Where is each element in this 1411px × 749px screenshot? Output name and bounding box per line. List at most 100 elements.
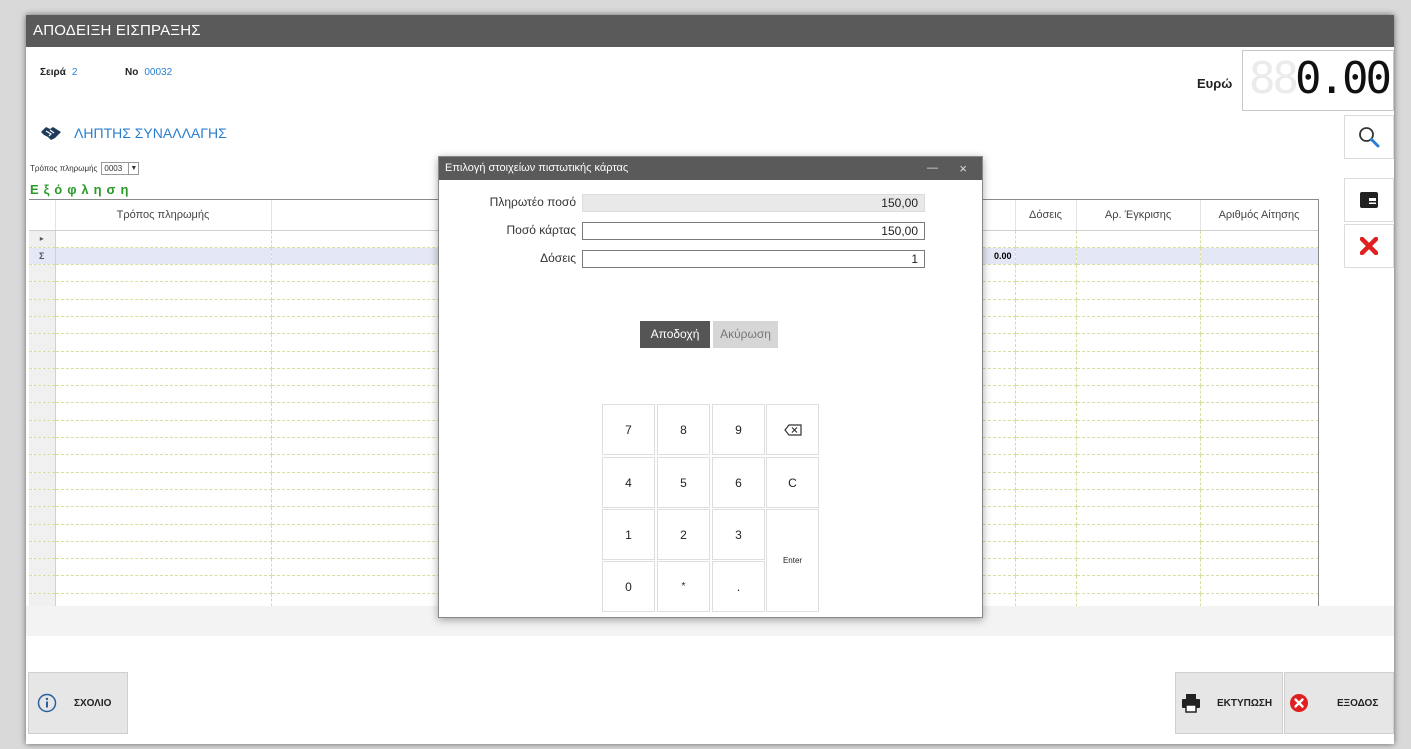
- table-cell[interactable]: [1015, 454, 1077, 473]
- table-cell[interactable]: [1200, 524, 1318, 542]
- table-cell[interactable]: [55, 575, 272, 594]
- delete-button[interactable]: [1344, 224, 1394, 268]
- table-cell[interactable]: [55, 264, 272, 283]
- table-cell[interactable]: [1076, 472, 1201, 490]
- table-cell[interactable]: [1200, 575, 1318, 594]
- table-cell[interactable]: [1076, 437, 1201, 456]
- table-cell[interactable]: [1015, 558, 1077, 577]
- table-cell[interactable]: [1200, 437, 1318, 456]
- payment-mode-select[interactable]: 0003 ▼: [101, 162, 140, 175]
- key-3[interactable]: 3: [712, 509, 765, 560]
- table-cell[interactable]: [1015, 575, 1077, 594]
- table-cell[interactable]: [1015, 299, 1077, 317]
- column-header-approval-no[interactable]: Αρ. Έγκρισης: [1076, 200, 1201, 231]
- table-cell[interactable]: [55, 230, 272, 248]
- recipient-section[interactable]: ΛΗΠΤΗΣ ΣΥΝΑΛΛΑΓΗΣ: [40, 125, 227, 141]
- table-cell[interactable]: [1015, 593, 1077, 606]
- table-cell[interactable]: [1076, 351, 1201, 369]
- table-cell[interactable]: [1015, 506, 1077, 525]
- chevron-down-icon[interactable]: ▼: [128, 163, 138, 174]
- key-7[interactable]: 7: [602, 404, 655, 455]
- table-cell[interactable]: [1200, 281, 1318, 300]
- installments-field[interactable]: 1: [582, 250, 925, 268]
- table-cell[interactable]: [1015, 316, 1077, 335]
- table-cell[interactable]: [1200, 299, 1318, 317]
- backspace-key[interactable]: [766, 404, 819, 455]
- table-cell[interactable]: [1015, 437, 1077, 456]
- column-header-installments[interactable]: Δόσεις: [1015, 200, 1077, 231]
- table-cell[interactable]: [55, 351, 272, 369]
- table-cell[interactable]: [55, 558, 272, 577]
- table-cell[interactable]: [1200, 472, 1318, 490]
- table-cell[interactable]: [55, 316, 272, 335]
- comment-button[interactable]: ΣΧΟΛΙΟ: [28, 672, 128, 734]
- table-cell[interactable]: [1015, 489, 1077, 508]
- table-cell[interactable]: [55, 454, 272, 473]
- series-value[interactable]: 2: [72, 67, 78, 78]
- table-cell[interactable]: [1200, 593, 1318, 606]
- table-cell[interactable]: [1200, 489, 1318, 508]
- table-cell[interactable]: [55, 506, 272, 525]
- table-cell[interactable]: [55, 437, 272, 456]
- table-cell[interactable]: [55, 333, 272, 352]
- table-cell[interactable]: [55, 524, 272, 542]
- table-cell[interactable]: [1076, 316, 1201, 335]
- table-cell[interactable]: [1015, 351, 1077, 369]
- table-cell[interactable]: [1015, 420, 1077, 439]
- table-cell[interactable]: [1076, 385, 1201, 404]
- table-cell[interactable]: [1200, 558, 1318, 577]
- table-cell[interactable]: [55, 541, 272, 560]
- table-cell[interactable]: [1076, 333, 1201, 352]
- table-cell[interactable]: [1076, 593, 1201, 606]
- table-cell[interactable]: [1200, 506, 1318, 525]
- print-button[interactable]: ΕΚΤΥΠΩΣΗ: [1175, 672, 1283, 734]
- search-button[interactable]: [1344, 115, 1394, 159]
- table-cell[interactable]: [1076, 281, 1201, 300]
- table-cell[interactable]: [1015, 264, 1077, 283]
- table-cell[interactable]: [1200, 351, 1318, 369]
- table-cell[interactable]: [55, 385, 272, 404]
- table-cell[interactable]: [1076, 489, 1201, 508]
- table-cell[interactable]: [1015, 230, 1077, 248]
- key-5[interactable]: 5: [657, 457, 710, 508]
- table-cell[interactable]: [1015, 368, 1077, 387]
- table-cell[interactable]: [55, 472, 272, 490]
- cancel-button[interactable]: Ακύρωση: [713, 321, 778, 348]
- card-amount-field[interactable]: 150,00: [582, 222, 925, 240]
- key-6[interactable]: 6: [712, 457, 765, 508]
- key-0[interactable]: 0: [602, 561, 655, 612]
- key-1[interactable]: 1: [602, 509, 655, 560]
- accept-button[interactable]: Αποδοχή: [640, 321, 710, 348]
- table-cell[interactable]: [1015, 541, 1077, 560]
- table-cell[interactable]: [1076, 524, 1201, 542]
- table-cell[interactable]: [55, 420, 272, 439]
- column-header-payment-mode[interactable]: Τρόπος πληρωμής: [55, 200, 272, 231]
- number-value[interactable]: 00032: [144, 67, 172, 78]
- minimize-icon[interactable]: —: [927, 157, 938, 180]
- table-cell[interactable]: [1076, 299, 1201, 317]
- column-header-request-no[interactable]: Αριθμός Αίτησης: [1200, 200, 1318, 231]
- table-cell[interactable]: [1076, 454, 1201, 473]
- key-8[interactable]: 8: [657, 404, 710, 455]
- table-cell[interactable]: [1076, 368, 1201, 387]
- key-enter[interactable]: Enter: [766, 509, 819, 612]
- table-cell[interactable]: [1076, 402, 1201, 421]
- table-cell[interactable]: [1200, 402, 1318, 421]
- table-cell[interactable]: [1015, 333, 1077, 352]
- key-dot[interactable]: .: [712, 561, 765, 612]
- key-star[interactable]: *: [657, 561, 710, 612]
- close-icon[interactable]: ×: [959, 157, 967, 180]
- table-cell[interactable]: [55, 299, 272, 317]
- table-cell[interactable]: [1200, 230, 1318, 248]
- key-clear[interactable]: C: [766, 457, 819, 508]
- table-cell[interactable]: [1200, 541, 1318, 560]
- table-cell[interactable]: [1200, 316, 1318, 335]
- table-cell[interactable]: [55, 402, 272, 421]
- table-cell[interactable]: [1200, 368, 1318, 387]
- exit-button[interactable]: ΕΞΟΔΟΣ: [1284, 672, 1394, 734]
- key-4[interactable]: 4: [602, 457, 655, 508]
- table-cell[interactable]: [1076, 506, 1201, 525]
- table-cell[interactable]: [1076, 558, 1201, 577]
- table-cell[interactable]: [55, 281, 272, 300]
- table-cell[interactable]: [1015, 402, 1077, 421]
